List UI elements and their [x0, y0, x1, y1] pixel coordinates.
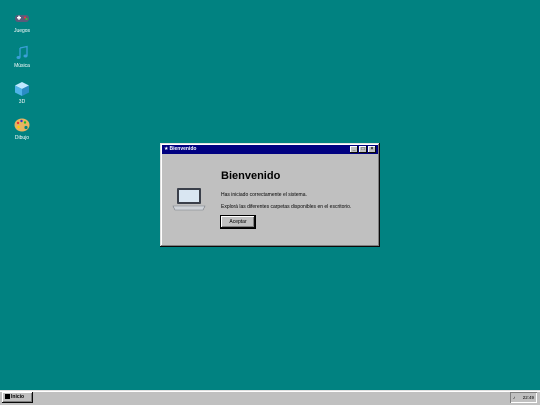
taskbar: Inicio ♪ 22:49	[0, 390, 540, 405]
music-note-icon	[16, 45, 28, 59]
system-tray: ♪ 22:49	[510, 392, 537, 403]
start-label: Inicio	[11, 394, 25, 400]
desktop-icon-juegos[interactable]: Juegos	[6, 10, 38, 34]
start-button[interactable]: Inicio	[2, 392, 33, 403]
accept-button[interactable]: Aceptar	[220, 215, 256, 229]
start-logo-icon	[5, 394, 10, 399]
window-title: Bienvenido	[169, 146, 197, 152]
desktop-icon-label: 3D	[18, 99, 26, 105]
desktop-icon-musica[interactable]: Música	[6, 45, 38, 69]
gamepad-icon	[15, 15, 29, 22]
maximize-button[interactable]: □	[359, 146, 367, 153]
clock[interactable]: 22:49	[523, 392, 534, 403]
desktop-icon-dibujo[interactable]: Dibujo	[6, 117, 38, 141]
window-titlebar[interactable]: ★Bienvenido _ □ ×	[162, 145, 378, 154]
palette-icon	[14, 118, 30, 132]
close-button[interactable]: ×	[368, 146, 376, 153]
desktop-icon-label: Música	[14, 63, 30, 69]
desktop-icon-label: Juegos	[13, 28, 31, 34]
minimize-button[interactable]: _	[350, 146, 358, 153]
window-message-2: Explorá las diferentes carpetas disponib…	[221, 204, 352, 210]
cube-icon	[15, 82, 29, 96]
welcome-window: ★Bienvenido _ □ × Bienvenido Has iniciad…	[160, 143, 380, 247]
window-heading: Bienvenido	[221, 170, 281, 182]
desktop-icon-label: Dibujo	[14, 135, 30, 141]
laptop-icon	[172, 188, 206, 211]
window-message-1: Has iniciado correctamente el sistema.	[221, 192, 307, 198]
star-icon: ★	[164, 146, 169, 152]
desktop-icon-3d[interactable]: 3D	[6, 81, 38, 105]
speaker-icon[interactable]: ♪	[513, 392, 515, 403]
